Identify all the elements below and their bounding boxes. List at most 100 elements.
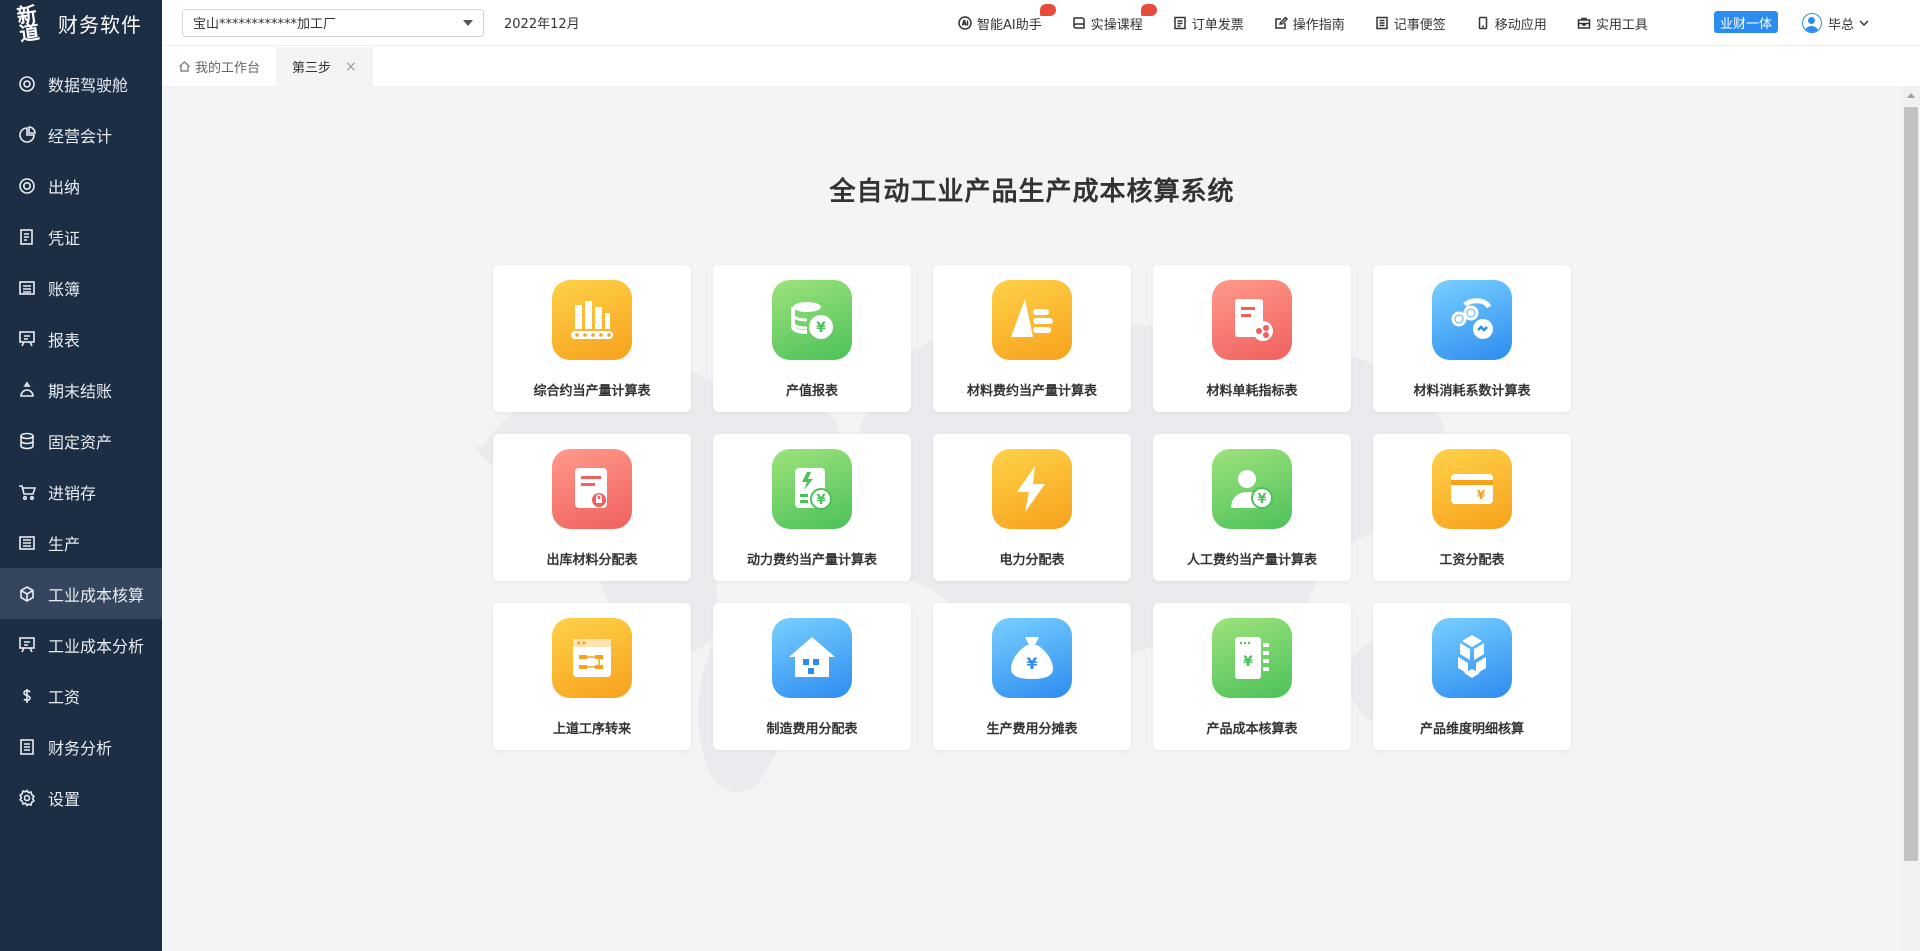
tab-step-three[interactable]: 第三步 × — [276, 47, 373, 86]
sidebar-item-settings[interactable]: 设置 — [0, 772, 162, 823]
cashier-icon — [18, 177, 36, 195]
document-lock-icon — [552, 449, 632, 529]
card-comprehensive-equivalent-output[interactable]: 综合约当产量计算表 — [493, 265, 691, 412]
card-product-cost-accounting[interactable]: ¥ 产品成本核算表 — [1153, 603, 1351, 750]
note-icon — [1376, 16, 1388, 30]
course-link[interactable]: 实操课程 — [1072, 3, 1157, 33]
tab-bar: 我的工作台 第三步 × — [162, 47, 1920, 87]
flow-icon — [552, 618, 632, 698]
card-yen-icon: ¥ — [1432, 449, 1512, 529]
vertical-scrollbar[interactable] — [1902, 87, 1920, 951]
sidebar-item-label: 经营会计 — [48, 126, 113, 146]
sidebar-item-label: 固定资产 — [48, 432, 113, 452]
card-power-fee-equivalent-output[interactable]: ¥ 动力费约当产量计算表 — [713, 434, 911, 581]
logo-mark: 新道 — [15, 1, 41, 46]
sidebar-item-dashboard[interactable]: 数据驾驶舱 — [0, 58, 162, 109]
ai-assistant-label: 智能AI助手 — [977, 17, 1042, 33]
sidebar-item-inventory[interactable]: 进销存 — [0, 466, 162, 517]
user-name: 毕总 — [1828, 17, 1855, 33]
card-label: 产品成本核算表 — [1206, 722, 1298, 737]
card-material-consumption-coefficient[interactable]: 材料消耗系数计算表 — [1373, 265, 1571, 412]
sidebar-item-report[interactable]: 报表 — [0, 313, 162, 364]
invoice-link[interactable]: 订单发票 — [1173, 14, 1244, 33]
card-label: 上道工序转来 — [552, 722, 631, 737]
tab-label: 我的工作台 — [195, 61, 261, 76]
person-yen-icon: ¥ — [1212, 449, 1292, 529]
chevron-down-icon — [1859, 20, 1869, 27]
invoice-icon — [1174, 16, 1186, 30]
sidebar-item-fixed-assets[interactable]: 固定资产 — [0, 415, 162, 466]
book-icon — [1072, 17, 1085, 29]
tools-link[interactable]: 实用工具 — [1577, 14, 1648, 33]
card-material-fee-equivalent-output[interactable]: 材料费约当产量计算表 — [933, 265, 1131, 412]
closing-icon — [18, 381, 36, 399]
user-menu[interactable]: 毕总 — [1802, 0, 1870, 46]
mobile-app-link[interactable]: 移动应用 — [1476, 14, 1547, 33]
sidebar-item-period-closing[interactable]: 期末结账 — [0, 364, 162, 415]
invoice-label: 订单发票 — [1191, 17, 1244, 33]
accounting-period[interactable]: 2022年12月 — [504, 13, 580, 32]
report-icon — [18, 636, 36, 654]
card-material-unit-consumption[interactable]: 材料单耗指标表 — [1153, 265, 1351, 412]
card-label: 制造费用分配表 — [766, 722, 858, 737]
notes-link[interactable]: 记事便签 — [1375, 14, 1446, 33]
ai-assistant-link[interactable]: 智能AI助手 — [958, 3, 1056, 33]
scroll-thumb[interactable] — [1904, 107, 1918, 861]
sidebar-item-production[interactable]: 生产 — [0, 517, 162, 568]
card-product-dimension-detail[interactable]: 产品维度明细核算 — [1373, 603, 1571, 750]
svg-text:¥: ¥ — [1026, 654, 1037, 673]
card-label: 产值报表 — [785, 384, 838, 399]
sidebar-item-label: 工业成本分析 — [48, 636, 145, 656]
card-label: 综合约当产量计算表 — [533, 384, 651, 399]
money-bag-icon: ¥ — [992, 618, 1072, 698]
card-production-cost-apportionment[interactable]: ¥ 生产费用分摊表 — [933, 603, 1131, 750]
mobile-icon — [1478, 16, 1488, 30]
card-output-value-report[interactable]: ¥ 产值报表 — [713, 265, 911, 412]
sidebar-item-label: 凭证 — [48, 228, 81, 248]
svg-text:¥: ¥ — [816, 493, 825, 508]
sidebar-item-industrial-cost-analysis[interactable]: 工业成本分析 — [0, 619, 162, 670]
logo[interactable]: 新道 财务软件 — [0, 0, 162, 46]
dashboard-icon — [18, 75, 36, 93]
dollar-icon — [18, 687, 36, 705]
sidebar-item-cashier[interactable]: 出纳 — [0, 160, 162, 211]
sidebar-menu: 数据驾驶舱 经营会计 出纳 凭证 账簿 报表 期末结账 固定资产 进销存 生产 … — [0, 58, 162, 823]
sidebar-item-voucher[interactable]: 凭证 — [0, 211, 162, 262]
topbar: 宝山************加工厂 2022年12月 智能AI助手 实操课程 订… — [162, 0, 1920, 46]
card-label: 材料单耗指标表 — [1206, 384, 1298, 399]
database-icon — [18, 432, 36, 450]
scroll-up-icon[interactable] — [1907, 93, 1915, 98]
course-label: 实操课程 — [1090, 17, 1143, 33]
card-label: 生产费用分摊表 — [986, 722, 1078, 737]
svg-text:¥: ¥ — [1477, 488, 1486, 502]
card-salary-allocation[interactable]: ¥ 工资分配表 — [1373, 434, 1571, 581]
card-outbound-material-allocation[interactable]: 出库材料分配表 — [493, 434, 691, 581]
tab-workbench[interactable]: 我的工作台 — [162, 47, 276, 86]
hot-badge — [1039, 3, 1056, 16]
analysis-icon — [18, 738, 36, 756]
sidebar-item-label: 账簿 — [48, 279, 81, 299]
company-select[interactable]: 宝山************加工厂 — [182, 8, 484, 37]
sidebar: 新道 财务软件 数据驾驶舱 经营会计 出纳 凭证 账簿 报表 期末结账 固定资产… — [0, 0, 162, 951]
sidebar-item-financial-analysis[interactable]: 财务分析 — [0, 721, 162, 772]
sidebar-item-ledger[interactable]: 账簿 — [0, 262, 162, 313]
sidebar-item-label: 数据驾驶舱 — [48, 75, 129, 95]
guide-link[interactable]: 操作指南 — [1274, 14, 1345, 33]
sidebar-item-industrial-cost-accounting[interactable]: 工业成本核算 — [0, 568, 162, 619]
svg-text:¥: ¥ — [816, 320, 826, 336]
tab-label: 第三步 — [292, 61, 332, 76]
svg-text:¥: ¥ — [1257, 492, 1266, 507]
card-labor-fee-equivalent-output[interactable]: ¥ 人工费约当产量计算表 — [1153, 434, 1351, 581]
close-icon[interactable]: × — [345, 59, 357, 75]
tools-label: 实用工具 — [1595, 17, 1648, 33]
sidebar-item-business-accounting[interactable]: 经营会计 — [0, 109, 162, 160]
yecai-integration-button[interactable]: 业财一体 — [1714, 11, 1779, 33]
ai-icon — [958, 16, 972, 30]
sidebar-item-salary[interactable]: 工资 — [0, 670, 162, 721]
gears-icon — [1432, 280, 1512, 360]
card-previous-process-transfer[interactable]: 上道工序转来 — [493, 603, 691, 750]
card-manufacturing-overhead-allocation[interactable]: 制造费用分配表 — [713, 603, 911, 750]
card-electricity-allocation[interactable]: 电力分配表 — [933, 434, 1131, 581]
hot-badge — [1140, 3, 1157, 16]
document-chart-icon — [1212, 280, 1292, 360]
